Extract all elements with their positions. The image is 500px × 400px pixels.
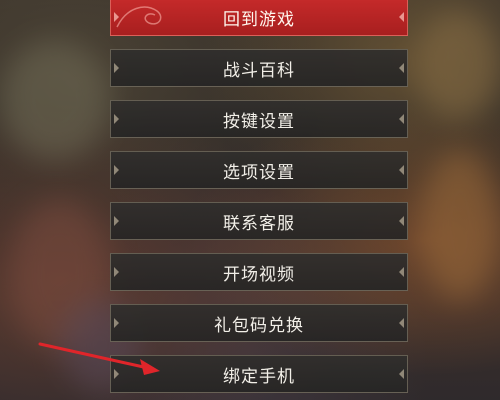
menu-item-label: 联系客服 [223, 213, 295, 234]
menu-item-label: 开场视频 [223, 264, 295, 285]
menu-notch-left [114, 267, 119, 277]
background-blur [420, 150, 500, 300]
menu-notch-right [399, 318, 404, 328]
background-blur [0, 40, 110, 160]
menu-notch-right [399, 63, 404, 73]
menu-notch-left [114, 12, 119, 22]
menu-notch-right [399, 369, 404, 379]
menu-item-label: 礼包码兑换 [214, 315, 304, 336]
menu-item-battle-encyclopedia[interactable]: 战斗百科 [110, 49, 408, 87]
menu-item-return-to-game[interactable]: 回到游戏 [110, 0, 408, 36]
menu-item-label: 按键设置 [223, 111, 295, 132]
menu-notch-left [114, 165, 119, 175]
background-blur [415, 10, 500, 120]
menu-item-redeem-gift-code[interactable]: 礼包码兑换 [110, 304, 408, 342]
menu-item-key-settings[interactable]: 按键设置 [110, 100, 408, 138]
menu-item-label: 战斗百科 [223, 60, 295, 81]
menu-item-label: 选项设置 [223, 162, 295, 183]
menu-notch-left [114, 318, 119, 328]
menu-notch-left [114, 216, 119, 226]
menu-notch-left [114, 63, 119, 73]
menu-item-label: 回到游戏 [223, 9, 295, 30]
menu-notch-right [399, 12, 404, 22]
menu-notch-right [399, 114, 404, 124]
menu-notch-right [399, 267, 404, 277]
menu-notch-right [399, 165, 404, 175]
annotation-arrow-icon [38, 342, 160, 375]
menu-notch-left [114, 114, 119, 124]
menu-item-contact-support[interactable]: 联系客服 [110, 202, 408, 240]
menu-item-opening-video[interactable]: 开场视频 [110, 253, 408, 291]
swirl-ornament-icon [116, 6, 162, 28]
menu-item-label: 绑定手机 [223, 366, 295, 387]
game-pause-screen: 回到游戏 战斗百科 按键设置 选项设置 联系客服 开场视频 礼包码兑换 绑定手机 [0, 0, 500, 400]
menu-item-option-settings[interactable]: 选项设置 [110, 151, 408, 189]
menu-notch-right [399, 216, 404, 226]
